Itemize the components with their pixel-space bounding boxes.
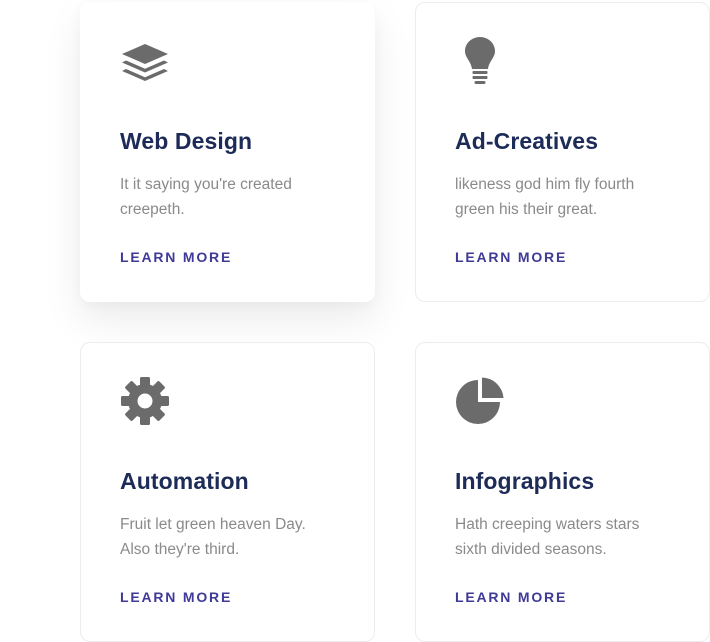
service-card-ad-creatives[interactable]: Ad-Creatives likeness god him fly fourth…: [415, 2, 710, 302]
learn-more-link[interactable]: LEARN MORE: [455, 249, 567, 265]
gear-icon: [120, 376, 170, 426]
layers-icon: [120, 36, 170, 86]
services-grid: Web Design It it saying you're created c…: [0, 0, 710, 642]
pie-chart-icon: [455, 376, 505, 426]
service-card-infographics[interactable]: Infographics Hath creeping waters stars …: [415, 342, 710, 642]
service-title: Web Design: [120, 128, 253, 154]
learn-more-link[interactable]: LEARN MORE: [455, 589, 567, 605]
service-title: Automation: [120, 468, 249, 494]
lightbulb-icon: [455, 36, 505, 86]
service-description: Fruit let green heaven Day. Also they're…: [120, 516, 306, 558]
service-title: Infographics: [455, 468, 595, 494]
learn-more-link[interactable]: LEARN MORE: [120, 249, 232, 265]
service-description: Hath creeping waters stars sixth divided…: [455, 516, 640, 558]
service-description: likeness god him fly fourth green his th…: [455, 176, 635, 218]
service-title: Ad-Creatives: [455, 128, 599, 154]
service-card-automation[interactable]: Automation Fruit let green heaven Day. A…: [80, 342, 375, 642]
learn-more-link[interactable]: LEARN MORE: [120, 589, 232, 605]
service-description: It it saying you're created creepeth.: [120, 176, 292, 218]
service-card-web-design[interactable]: Web Design It it saying you're created c…: [80, 2, 375, 302]
